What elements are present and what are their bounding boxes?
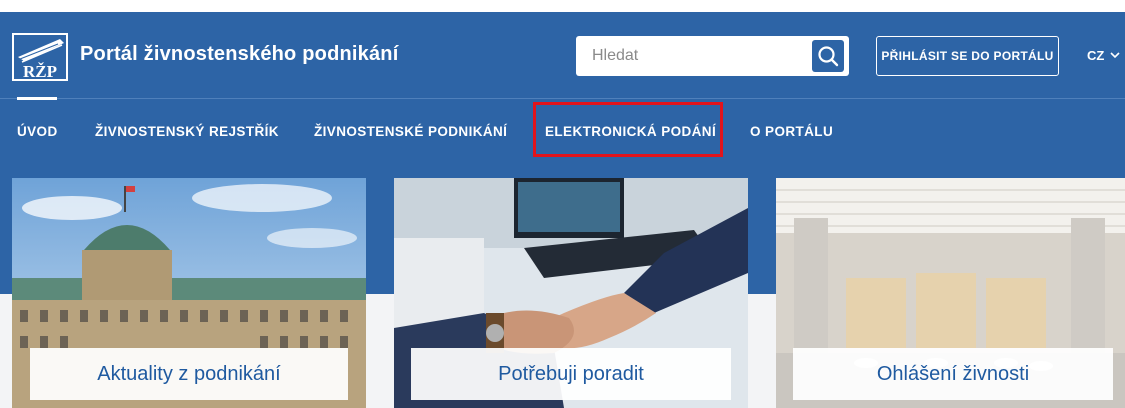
tile-label-ohlaseni-zivnosti: Ohlášení živnosti [793, 348, 1113, 400]
header-divider [0, 98, 1125, 99]
search-icon [818, 46, 839, 67]
search-box [576, 36, 849, 76]
login-button[interactable]: PŘIHLÁSIT SE DO PORTÁLU [876, 36, 1059, 76]
nav-item-zivnostensky-rejstrik[interactable]: ŽIVNOSTENSKÝ REJSTŘÍK [95, 124, 279, 139]
top-strip [0, 0, 1125, 12]
rzp-logo[interactable]: RŽP [12, 33, 68, 81]
tile-aktuality[interactable]: Aktuality z podnikání [12, 178, 366, 408]
nav-item-o-portalu[interactable]: O PORTÁLU [750, 124, 833, 139]
nav-item-uvod[interactable]: ÚVOD [17, 124, 58, 139]
search-button[interactable] [812, 40, 844, 72]
chevron-down-icon [1110, 52, 1120, 59]
quill-pen-icon: RŽP [12, 33, 68, 81]
nav-item-zivnostenske-podnikani[interactable]: ŽIVNOSTENSKÉ PODNIKÁNÍ [314, 124, 507, 139]
language-label: CZ [1087, 48, 1105, 63]
highlight-box [533, 102, 723, 157]
active-underline [17, 97, 57, 100]
tile-label-potrebuji-poradit: Potřebuji poradit [411, 348, 731, 400]
tile-ohlaseni-zivnosti[interactable]: Ohlášení živnosti [776, 178, 1125, 408]
language-selector[interactable]: CZ [1087, 48, 1120, 63]
tile-label-aktuality: Aktuality z podnikání [30, 348, 348, 400]
search-input[interactable] [576, 36, 806, 76]
tile-potrebuji-poradit[interactable]: Potřebuji poradit [394, 178, 748, 408]
site-title[interactable]: Portál živnostenského podnikání [80, 43, 398, 66]
logo-text: RŽP [23, 62, 57, 81]
